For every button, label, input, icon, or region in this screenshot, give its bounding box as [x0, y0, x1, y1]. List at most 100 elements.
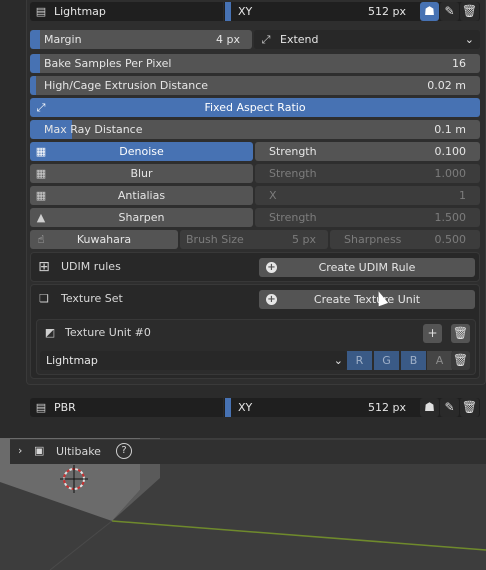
filter-antialias-toggle[interactable]: ▦ Antialias	[30, 186, 253, 205]
bake-target-size[interactable]: 512 px	[368, 398, 406, 417]
chevron-right-icon: ›	[18, 444, 23, 457]
hand-icon: ☝	[37, 233, 45, 246]
layers-icon: ❏	[39, 292, 49, 305]
filter-antialias-param: X	[269, 189, 277, 202]
ghost-icon[interactable]: ☗	[420, 2, 439, 21]
bake-target-name: PBR	[54, 401, 76, 414]
bake-samples-label: Bake Samples Per Pixel	[44, 57, 172, 70]
filter-sharpen-toggle[interactable]: ▲ Sharpen	[30, 208, 253, 227]
margin-field[interactable]: Margin 4 px	[30, 30, 252, 49]
filter-blur-strength[interactable]: Strength 1.000	[255, 164, 480, 183]
bake-samples-field[interactable]: Bake Samples Per Pixel 16	[30, 54, 480, 73]
kuwahara-brush-label: Brush Size	[186, 233, 244, 246]
triangle-up-icon: ▲	[36, 211, 46, 224]
aspect-icon: ⤢	[36, 101, 46, 114]
image-icon: ▤	[35, 401, 47, 414]
bake-target-mode[interactable]: XY	[238, 398, 252, 417]
margin-mode: Extend	[280, 33, 319, 46]
max-ray-label: Max Ray Distance	[44, 123, 143, 136]
expand-icon: ⤢	[261, 33, 271, 46]
edit-icon[interactable]: ✎	[440, 398, 459, 417]
texture-set-label: Texture Set	[61, 292, 123, 305]
filter-denoise-value: 0.100	[434, 145, 467, 158]
texture-map-value: Lightmap	[46, 354, 98, 367]
checker-icon: ▦	[35, 145, 47, 158]
filter-kuwahara-name: Kuwahara	[76, 233, 132, 246]
filter-denoise-param: Strength	[269, 145, 317, 158]
udim-label: UDIM rules	[61, 260, 121, 273]
filter-blur-param: Strength	[269, 167, 317, 180]
extrusion-field[interactable]: High/Cage Extrusion Distance 0.02 m	[30, 76, 480, 95]
checker-icon: ▦	[35, 167, 47, 180]
kuwahara-brush-size[interactable]: Brush Size 5 px	[180, 230, 328, 249]
bake-icon: ▣	[34, 444, 45, 457]
bake-target-row-top[interactable]: ▤ Lightmap XY 512 px ☗ ✎ 🗑	[30, 2, 480, 21]
plus-circle-icon: +	[266, 262, 277, 273]
channel-a[interactable]: A	[427, 351, 452, 370]
checker-icon: ▦	[35, 189, 47, 202]
texture-set-box: ❏ Texture Set + Create Texture Unit ◩ Te…	[30, 284, 480, 379]
texture-unit-label: Texture Unit #0	[65, 326, 151, 339]
texture-map-dropdown[interactable]: Lightmap ⌄	[40, 351, 347, 370]
kuwahara-sharpness[interactable]: Sharpness 0.500	[330, 230, 480, 249]
trash-icon[interactable]: 🗑	[460, 2, 479, 21]
filter-denoise-strength[interactable]: Strength 0.100	[255, 142, 480, 161]
filter-blur-value: 1.000	[434, 167, 467, 180]
bake-samples-value: 16	[452, 57, 466, 70]
filter-sharpen-value: 1.500	[434, 211, 467, 224]
channel-b[interactable]: B	[401, 351, 426, 370]
bake-target-name: Lightmap	[54, 5, 106, 18]
fixed-aspect-label: Fixed Aspect Ratio	[204, 101, 306, 114]
filter-antialias-name: Antialias	[117, 189, 166, 202]
texture-unit-box: ◩ Texture Unit #0 + 🗑 Lightmap ⌄ R G B A…	[36, 319, 476, 375]
filter-denoise-toggle[interactable]: ▦ Denoise	[30, 142, 253, 161]
channel-toggles: R G B A	[347, 351, 452, 370]
trash-icon[interactable]: 🗑	[451, 324, 470, 343]
kuwahara-brush-value: 5 px	[292, 233, 316, 246]
extrusion-value: 0.02 m	[427, 79, 466, 92]
margin-mode-dropdown[interactable]: ⤢ Extend ⌄	[254, 30, 480, 49]
filter-antialias-x[interactable]: X 1	[255, 186, 480, 205]
extrusion-label: High/Cage Extrusion Distance	[44, 79, 209, 92]
plus-circle-icon: +	[266, 294, 277, 305]
bake-target-row-bottom[interactable]: ▤ PBR XY 512 px ☗ ✎ 🗑	[30, 398, 480, 417]
add-icon[interactable]: +	[423, 324, 442, 343]
properties-panel: ▤ Lightmap XY 512 px ☗ ✎ 🗑 Margin 4 px ⤢…	[0, 0, 486, 438]
max-ray-value: 0.1 m	[434, 123, 466, 136]
margin-label: Margin	[44, 33, 82, 46]
filter-kuwahara-toggle[interactable]: ☝ Kuwahara	[30, 230, 178, 249]
filter-sharpen-strength[interactable]: Strength 1.500	[255, 208, 480, 227]
kuwahara-sharp-value: 0.500	[434, 233, 467, 246]
texture-icon: ◩	[44, 326, 56, 339]
filter-denoise-name: Denoise	[119, 145, 164, 158]
udim-box: ⊞ UDIM rules + Create UDIM Rule	[30, 252, 480, 282]
help-icon[interactable]: ?	[116, 443, 132, 459]
kuwahara-sharp-label: Sharpness	[344, 233, 402, 246]
max-ray-field[interactable]: Max Ray Distance 0.1 m	[30, 120, 480, 139]
trash-icon[interactable]: 🗑	[451, 351, 470, 370]
filter-blur-toggle[interactable]: ▦ Blur	[30, 164, 253, 183]
ghost-icon[interactable]: ☗	[420, 398, 439, 417]
create-texture-unit-label: Create Texture Unit	[313, 293, 421, 306]
channel-r[interactable]: R	[347, 351, 372, 370]
edit-icon[interactable]: ✎	[440, 2, 459, 21]
bake-target-size[interactable]: 512 px	[368, 2, 406, 21]
fixed-aspect-toggle[interactable]: ⤢ Fixed Aspect Ratio	[30, 98, 480, 117]
bake-target-mode[interactable]: XY	[238, 2, 252, 21]
margin-value: 4 px	[216, 33, 240, 46]
chevron-down-icon: ⌄	[333, 354, 343, 367]
create-texture-unit-button[interactable]: + Create Texture Unit	[259, 290, 475, 309]
ultibake-header[interactable]: › ▣ Ultibake ?	[10, 439, 486, 464]
chevron-down-icon: ⌄	[464, 33, 474, 46]
filter-sharpen-param: Strength	[269, 211, 317, 224]
filter-blur-name: Blur	[130, 167, 153, 180]
create-udim-label: Create UDIM Rule	[318, 261, 416, 274]
trash-icon[interactable]: 🗑	[460, 398, 479, 417]
filter-antialias-value: 1	[459, 189, 466, 202]
grid-icon: ⊞	[38, 259, 50, 275]
image-icon: ▤	[35, 5, 47, 18]
create-udim-button[interactable]: + Create UDIM Rule	[259, 258, 475, 277]
channel-g[interactable]: G	[374, 351, 399, 370]
ultibake-label: Ultibake	[56, 445, 101, 458]
filter-sharpen-name: Sharpen	[118, 211, 165, 224]
